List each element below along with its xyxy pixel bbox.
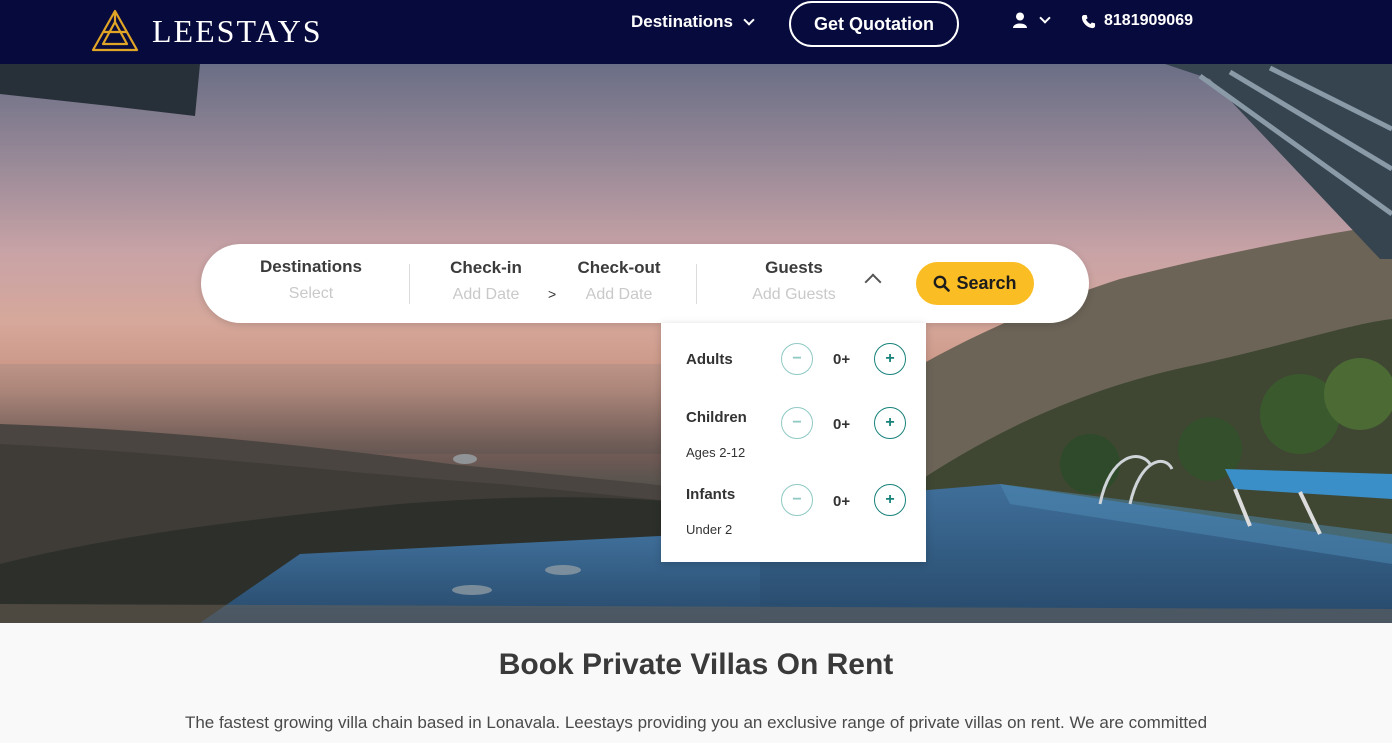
adults-increment-button[interactable]: + (874, 343, 906, 375)
chevron-up-icon[interactable] (864, 273, 882, 291)
checkin-field[interactable]: Check-in Add Date (431, 258, 541, 304)
chevron-down-icon (743, 14, 755, 26)
divider (696, 264, 697, 304)
checkout-placeholder: Add Date (585, 286, 653, 303)
guests-placeholder: Add Guests (752, 286, 836, 303)
children-count: 0+ (833, 416, 851, 433)
adults-count: 0+ (833, 351, 851, 368)
phone-icon (1081, 14, 1096, 28)
search-bar: Destinations Select Check-in Add Date > … (201, 244, 1089, 323)
infants-decrement-button[interactable]: − (781, 484, 813, 516)
nav-destinations[interactable]: Destinations (631, 12, 755, 32)
logo[interactable]: LEESTAYS (90, 8, 323, 54)
infants-increment-button[interactable]: + (874, 484, 906, 516)
guests-label: Guests (765, 258, 823, 277)
destinations-placeholder: Select (288, 285, 334, 302)
user-menu[interactable] (1013, 12, 1051, 28)
site-header: LEESTAYS Destinations Get Quotation 8181… (0, 0, 1392, 64)
logo-text: LEESTAYS (152, 12, 323, 49)
chevron-down-icon (1039, 12, 1051, 24)
page-title: Book Private Villas On Rent (498, 648, 894, 681)
children-decrement-button[interactable]: − (781, 407, 813, 439)
search-button-label: Search (956, 273, 1017, 293)
adults-decrement-button[interactable]: − (781, 343, 813, 375)
intro-paragraph: The fastest growing villa chain based in… (184, 713, 1208, 732)
nav-destinations-label: Destinations (631, 12, 734, 31)
guests-field[interactable]: Guests Add Guests (739, 258, 849, 304)
guests-dropdown: Adults − 0+ + Children Ages 2-12 − 0+ + … (661, 323, 926, 562)
children-increment-button[interactable]: + (874, 407, 906, 439)
user-icon (1013, 12, 1027, 28)
checkin-label: Check-in (450, 258, 522, 277)
triangle-logo-icon (91, 9, 139, 52)
adults-label: Adults (686, 351, 733, 368)
search-button[interactable]: Search (916, 262, 1034, 305)
infants-sublabel: Under 2 (686, 522, 733, 537)
checkout-field[interactable]: Check-out Add Date (564, 258, 674, 304)
search-icon (934, 275, 951, 292)
infants-count: 0+ (833, 493, 851, 510)
checkin-placeholder: Add Date (452, 286, 520, 303)
checkout-label: Check-out (577, 258, 661, 277)
phone-contact[interactable]: 8181909069 (1081, 12, 1193, 30)
destinations-label: Destinations (259, 257, 363, 276)
divider (409, 264, 410, 304)
intro-section: Book Private Villas On Rent The fastest … (0, 623, 1392, 743)
infants-label: Infants (686, 486, 736, 503)
phone-number: 8181909069 (1104, 12, 1193, 29)
date-arrow: > (548, 286, 557, 302)
children-sublabel: Ages 2-12 (686, 445, 746, 460)
destinations-field[interactable]: Destinations Select (241, 257, 381, 303)
children-label: Children (686, 409, 747, 426)
get-quotation-button[interactable]: Get Quotation (789, 1, 959, 47)
